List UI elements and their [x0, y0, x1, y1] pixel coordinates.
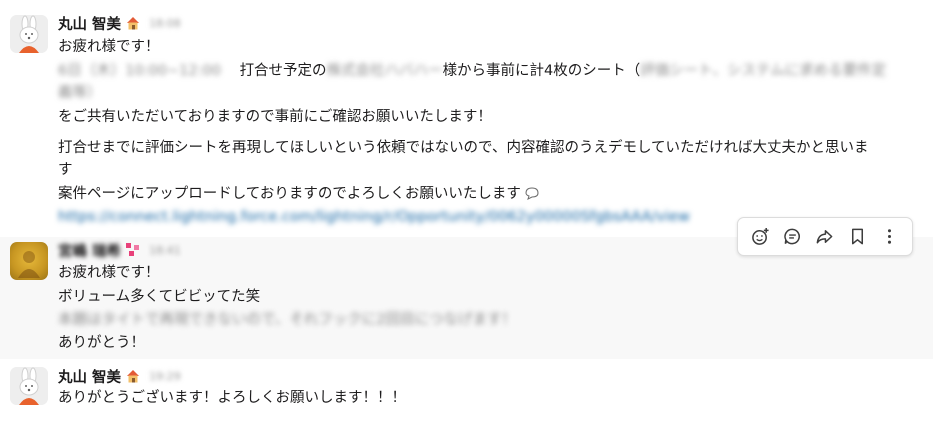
timestamp[interactable]: 19:29	[149, 370, 181, 383]
vertical-dots-icon	[888, 229, 892, 244]
message-text: 6日（木）10:00~12:00 打合せ予定の株式会社ハバハー様から事前に計4枚…	[58, 63, 887, 79]
speech-bubble-emoji-icon	[525, 187, 539, 200]
pink-sparkle-emoji-icon	[126, 243, 140, 256]
message-3[interactable]: 丸山 智美 19:29 ありがとうございます！よろしくお願いします！！！	[0, 359, 933, 421]
author-name[interactable]: 丸山 智美	[58, 366, 121, 387]
reply-in-thread-button[interactable]	[779, 223, 807, 251]
blurred-date-time: 6日（木）10:00~12:00	[58, 63, 221, 79]
message-text: お疲れ様です！	[58, 265, 160, 281]
message-text: 義等）	[58, 82, 102, 104]
message-feed: 丸山 智美 18:08 お疲れ様です！ 6日（木）10:00~12:00 打合せ…	[0, 0, 940, 421]
message-text: 打合せまでに評価シートを再現してほしいという依頼ではないので、内容確認のうえデモ…	[58, 140, 869, 156]
timestamp[interactable]: 18:41	[149, 244, 181, 257]
more-actions-button[interactable]	[876, 223, 904, 251]
message-text: ありがとう！	[58, 335, 145, 351]
blurred-company: 株式会社ハバハー	[326, 63, 443, 79]
scrollbar[interactable]	[933, 0, 940, 421]
author-name[interactable]: 丸山 智美	[58, 13, 121, 34]
message-link[interactable]: https://connect.lightning.force.com/ligh…	[58, 206, 690, 228]
opportunity-link[interactable]: https://connect.lightning.force.com/ligh…	[58, 209, 690, 225]
message-text: ありがとうございます！よろしくお願いします！！！	[58, 390, 406, 406]
house-emoji-icon	[127, 17, 140, 30]
avatar[interactable]	[10, 15, 48, 53]
message-1[interactable]: 丸山 智美 18:08 お疲れ様です！ 6日（木）10:00~12:00 打合せ…	[0, 0, 933, 237]
message-text: ボリューム多くてビビッてた笑	[58, 289, 261, 305]
timestamp[interactable]: 18:08	[149, 17, 181, 30]
message-text: 本題はタイトで再現できないので、それフックに2回目につなげます！	[58, 309, 516, 331]
add-reaction-button[interactable]	[746, 223, 774, 251]
blurred-sheets: 評価シート、システムに求める要件定	[640, 63, 887, 79]
miffy-avatar-icon	[10, 367, 48, 405]
blurred-sheets-cont: 義等）	[58, 85, 102, 101]
miffy-avatar-icon	[10, 15, 48, 53]
gold-figure-avatar-icon	[18, 251, 40, 278]
avatar[interactable]	[10, 242, 48, 280]
thread-bubble-icon	[784, 228, 801, 245]
forward-button[interactable]	[811, 223, 839, 251]
message-text: お疲れ様です！	[58, 39, 160, 55]
message-actions-toolbar	[737, 217, 913, 256]
message-text: 案件ページにアップロードしておりますのでよろしくお願いいたします	[58, 183, 541, 205]
author-name[interactable]: 宮嶋 瑞希	[58, 240, 121, 261]
message-text: をご共有いただいておりますので事前にご確認お願いいたします！	[58, 109, 492, 125]
blurred-line: 本題はタイトで再現できないので、それフックに2回目につなげます！	[58, 312, 517, 328]
smiley-plus-icon	[751, 227, 769, 245]
save-button[interactable]	[843, 223, 871, 251]
avatar[interactable]	[10, 367, 48, 405]
bookmark-icon	[851, 228, 863, 245]
share-arrow-icon	[817, 230, 833, 244]
house-emoji-icon	[127, 370, 140, 383]
message-text: す	[58, 162, 73, 178]
